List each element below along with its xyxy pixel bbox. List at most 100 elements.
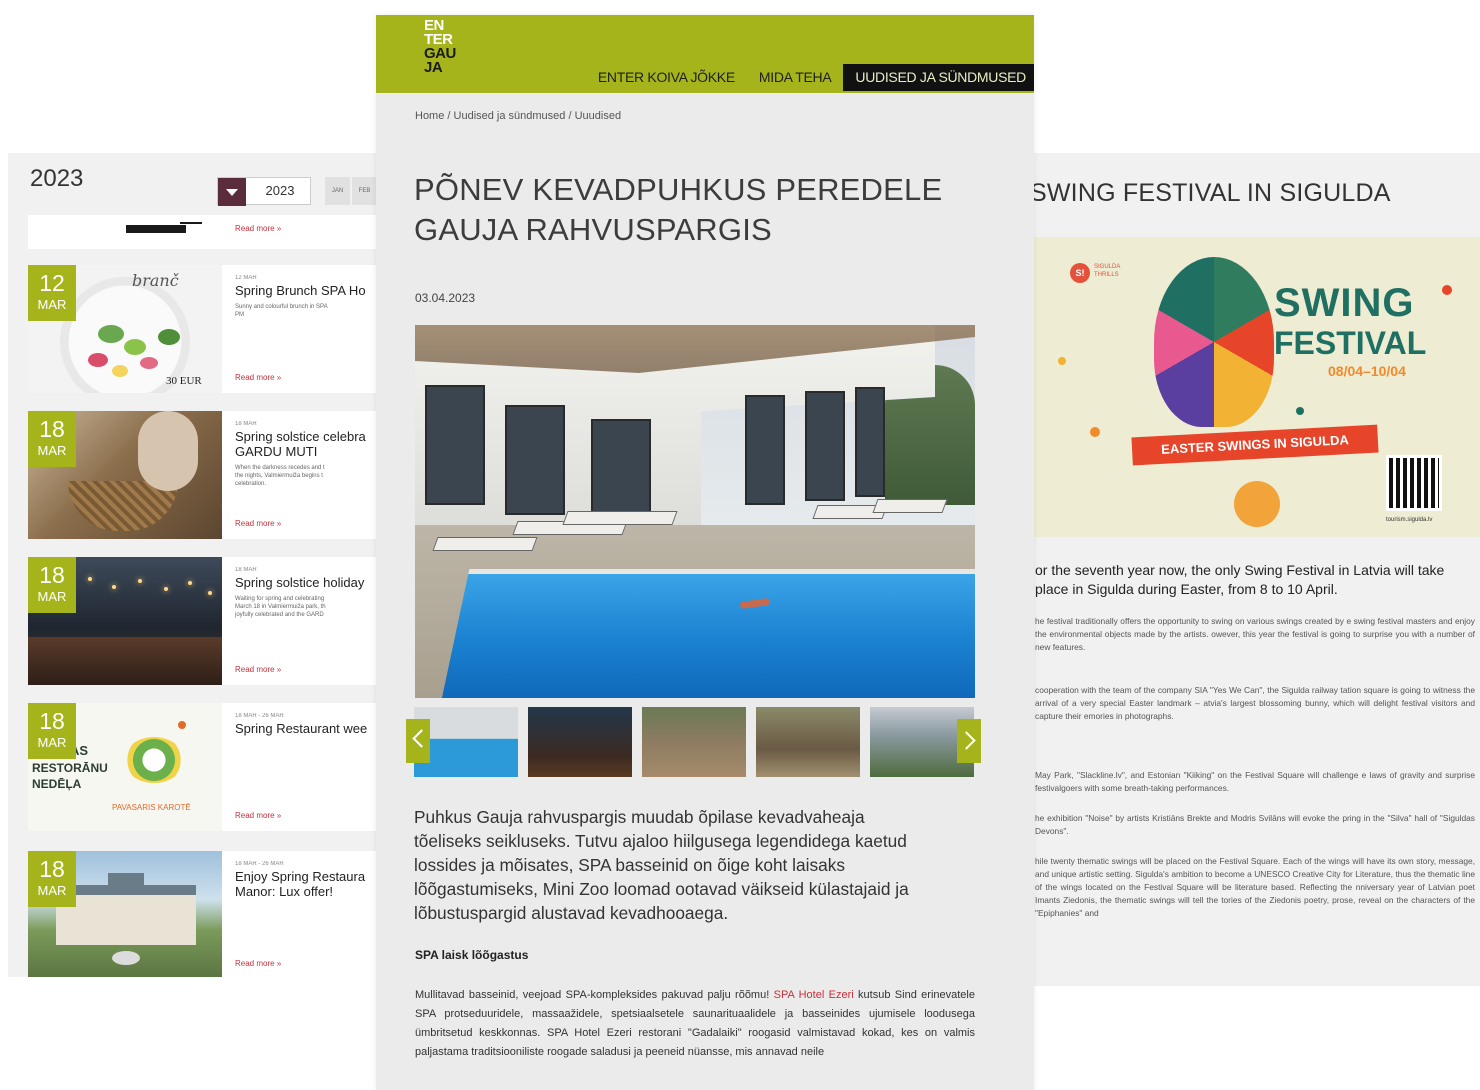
date-badge: 12 MAR [28,265,76,321]
event-date-range: 18 MAR - 26 MAR [235,713,284,719]
event-description-line: joyfully celebrated and the GARD [235,612,324,618]
event-info: 18 MAR Spring solstice celebra GARDU MUT… [235,421,380,488]
spa-hotel-ezeri-link[interactable]: SPA Hotel Ezeri [774,989,854,1001]
event-description: Sunny and colourful brunch in SPA PM [235,303,380,319]
event-title[interactable]: Spring Brunch SPA Ho [235,283,380,298]
event-description-line: March 18 in Valmiermuiža park, th [235,604,326,610]
month-tab-feb[interactable]: FEB [352,177,377,205]
read-more-link[interactable]: Read more » [235,959,281,968]
poster-festival-text: FESTIVAL [1274,325,1427,361]
event-title[interactable]: Spring solstice holiday [235,575,380,590]
read-more-link[interactable]: Read more » [235,519,281,528]
date-badge: 18 MAR [28,703,76,759]
breadcrumb[interactable]: Home / Uudised ja sündmused / Uuudised [415,110,621,122]
page-title: PÕNEV KEVADPUHKUS PEREDELE GAUJA RAHVUSP… [414,172,943,247]
poster-swing-text: SWING [1274,281,1415,325]
date-day: 18 [39,856,65,882]
nav-item-uudised[interactable]: UUDISED JA SÜNDMUSED [843,64,1034,91]
date-badge: 18 MAR [28,411,76,467]
read-more-link[interactable]: Read more » [235,224,281,233]
event-card-partial: Read more » [28,215,380,249]
qr-code-icon [1386,455,1442,511]
article-title: SWING FESTIVAL IN SIGULDA [1030,179,1391,207]
month-tabs: JAN FEB [325,177,379,205]
events-calendar-panel: 2023 2023 JAN FEB Read more » branč 30 E… [8,153,380,977]
event-title-line-2[interactable]: GARDU MUTI [235,444,380,459]
poster-url: tourism.sigulda.lv [1386,517,1433,523]
body-text-segment: Mullitavad basseinid, veejoad SPA-komple… [415,989,774,1001]
event-description: Waiting for spring and celebrating March… [235,595,380,619]
image-text-line: PAVASARIS KAROTĒ [112,803,191,812]
event-date-range: 18 MAR [235,567,257,573]
poster-dates: 08/04–10/04 [1328,363,1406,379]
sigulda-logo-icon: S! [1070,263,1090,283]
date-badge: 18 MAR [28,851,76,907]
event-description-line: Sunny and colourful brunch in SPA [235,304,328,310]
date-month: MAR [37,443,67,458]
event-info: 12 MAR Spring Brunch SPA Ho Sunny and co… [235,275,380,319]
carousel-thumb[interactable] [756,707,860,777]
nav-item-mida-teha[interactable]: MIDA TEHA [747,64,844,91]
event-description-line: the nights, Valmiermuiža begins t [235,473,323,479]
event-card[interactable]: branč 30 EUR 12 MAR 12 MAR Spring Brunch… [28,265,380,393]
poster-logo-text: SIGULDA THRILLS [1094,264,1121,278]
carousel-prev-icon[interactable] [406,719,430,763]
read-more-link[interactable]: Read more » [235,811,281,820]
event-title[interactable]: Spring solstice celebra [235,429,380,444]
image-text-line: NEDĒĻA [32,777,82,791]
event-description-line: celebration. [235,481,267,487]
event-title[interactable]: Spring Restaurant wee [235,721,380,736]
carousel-thumb[interactable] [528,707,632,777]
event-date-range: 12 MAR [235,275,257,281]
date-day: 18 [39,562,65,588]
logo-line: JA [424,59,443,76]
read-more-link[interactable]: Read more » [235,373,281,382]
date-month: MAR [37,883,67,898]
event-description-line: When the darkness recedes and t [235,465,325,471]
event-date-range: 18 MAR [235,421,257,427]
image-price-text: 30 EUR [166,375,202,387]
section-heading: SPA laisk lõõgastus [415,948,529,962]
article-paragraph: May Park, "Slackline.lv", and Estonian "… [1035,770,1475,793]
image-text-line: RESTORĀNU [32,761,108,775]
festival-poster: S! SIGULDA THRILLS SWING FESTIVAL 08/04–… [1034,237,1480,537]
image-fragment [126,222,202,233]
date-day: 18 [39,708,65,734]
year-dropdown-value: 2023 [265,183,295,198]
carousel-thumb[interactable] [642,707,746,777]
main-nav: ENTER KOIVA JÕKKE MIDA TEHA UUDISED JA S… [586,64,1034,91]
event-info: 18 MAR - 26 MAR Enjoy Spring Restaura Ma… [235,861,380,899]
chevron-down-icon[interactable] [218,178,246,206]
date-month: MAR [37,735,67,750]
nav-item-enter-koiva[interactable]: ENTER KOIVA JÕKKE [586,64,747,91]
event-description-line: PM [235,312,244,318]
event-card[interactable]: 18 MAR 18 MAR Spring solstice holiday Wa… [28,557,380,685]
year-heading: 2023 [30,165,84,192]
date-month: MAR [37,589,67,604]
article-paragraph: hile twenty thematic swings will be plac… [1035,856,1475,918]
carousel-next-icon[interactable] [957,719,981,763]
site-logo[interactable]: EN TER GAU JA [424,18,470,76]
article-paragraph: cooperation with the team of the company… [1035,685,1475,721]
article-lead: Puhkus Gauja rahvuspargis muudab õpilase… [414,807,909,923]
image-carousel [406,705,981,779]
event-card[interactable]: 18 MAR 18 MAR Spring solstice celebra GA… [28,411,380,539]
event-card[interactable]: 18 MAR 18 MAR - 26 MAR Enjoy Spring Rest… [28,851,380,977]
date-badge: 18 MAR [28,557,76,613]
event-card[interactable]: AS RESTORĀNU NEDĒĻA PAVASARIS KAROTĒ 18 … [28,703,380,831]
date-day: 12 [39,270,65,296]
main-article-page: EN TER GAU JA ENTER KOIVA JÕKKE MIDA TEH… [376,15,1034,1090]
event-title-line-2[interactable]: Manor: Lux offer! [235,884,380,899]
article-paragraph: he festival traditionally offers the opp… [1035,616,1475,652]
article-paragraph: he exhibition "Noise" by artists Kristiā… [1035,813,1475,836]
read-more-link[interactable]: Read more » [235,665,281,674]
month-tab-jan[interactable]: JAN [325,177,350,205]
article-body: Mullitavad basseinid, veejoad SPA-komple… [415,986,975,1062]
bunny-illustration [1154,257,1274,427]
date-month: MAR [37,297,67,312]
event-title[interactable]: Enjoy Spring Restaura [235,869,380,884]
year-dropdown[interactable]: 2023 [217,177,311,206]
event-description-line: Waiting for spring and celebrating [235,596,325,602]
event-info: 18 MAR Spring solstice holiday Waiting f… [235,567,380,619]
event-description: When the darkness recedes and t the nigh… [235,464,380,488]
